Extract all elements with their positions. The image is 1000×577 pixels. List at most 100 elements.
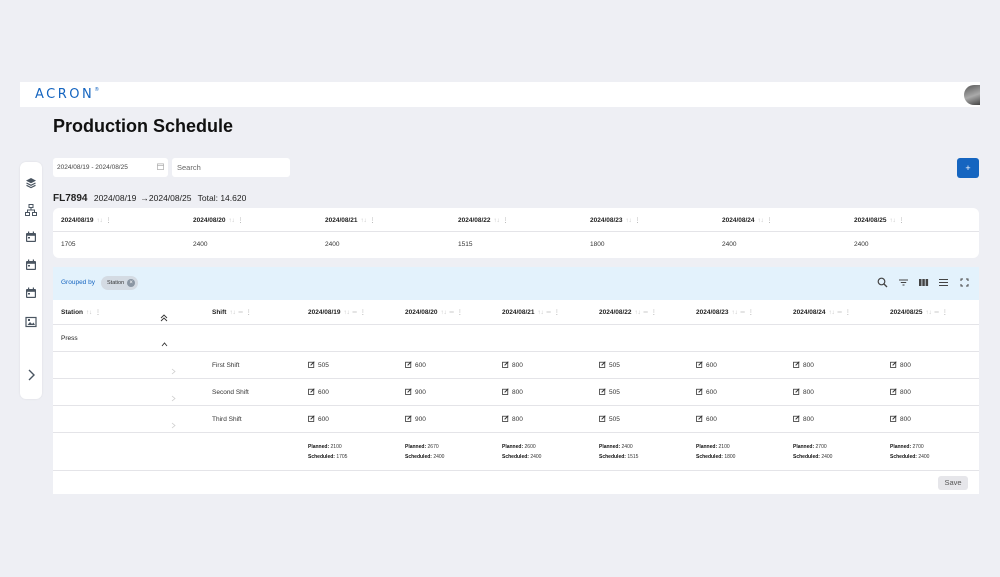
- schedule-cell[interactable]: 800: [890, 361, 911, 369]
- totals-column-header[interactable]: 2024/08/23 ↑↓ ⋮: [590, 217, 641, 224]
- column-menu-icon[interactable]: ⋮: [246, 310, 252, 316]
- edit-icon[interactable]: [599, 361, 609, 369]
- schedule-cell[interactable]: 505: [599, 388, 620, 396]
- column-menu-icon[interactable]: ⋮: [554, 310, 560, 316]
- totals-column-header[interactable]: 2024/08/22 ↑↓ ⋮: [458, 217, 509, 224]
- schedule-cell[interactable]: 800: [502, 415, 523, 423]
- schedule-cell[interactable]: 600: [405, 361, 426, 369]
- edit-icon[interactable]: [890, 361, 900, 369]
- column-menu-icon[interactable]: ⋮: [503, 218, 509, 224]
- column-menu-icon[interactable]: ⋮: [457, 310, 463, 316]
- edit-icon[interactable]: [405, 388, 415, 396]
- filter-icon[interactable]: [898, 277, 909, 288]
- date-range-picker[interactable]: 2024/08/19 - 2024/08/25: [53, 158, 168, 177]
- schedule-cell[interactable]: 900: [405, 388, 426, 396]
- edit-icon[interactable]: [405, 361, 415, 369]
- sort-icon[interactable]: ↑↓: [890, 218, 896, 224]
- calendar-icon[interactable]: [25, 231, 37, 243]
- edit-icon[interactable]: [890, 388, 900, 396]
- remove-group-icon[interactable]: ×: [127, 279, 136, 287]
- column-header-station[interactable]: Station ↑↓ ⋮: [61, 309, 101, 316]
- chevron-right-icon[interactable]: [171, 416, 176, 429]
- drag-handle-icon[interactable]: ═: [838, 310, 842, 316]
- layers-icon[interactable]: [25, 177, 37, 189]
- column-menu-icon[interactable]: ⋮: [899, 218, 905, 224]
- totals-column-header[interactable]: 2024/08/21 ↑↓ ⋮: [325, 217, 376, 224]
- edit-icon[interactable]: [308, 415, 318, 423]
- sort-icon[interactable]: ↑↓: [538, 310, 544, 316]
- drag-handle-icon[interactable]: ═: [450, 310, 454, 316]
- totals-column-header[interactable]: 2024/08/20 ↑↓ ⋮: [193, 217, 244, 224]
- edit-icon[interactable]: [793, 415, 803, 423]
- column-header-date[interactable]: 2024/08/23 ↑↓ ═ ⋮: [696, 309, 754, 316]
- totals-column-header[interactable]: 2024/08/19 ↑↓ ⋮: [61, 217, 112, 224]
- edit-icon[interactable]: [793, 361, 803, 369]
- edit-icon[interactable]: [696, 388, 706, 396]
- sort-icon[interactable]: ↑↓: [732, 310, 738, 316]
- chevron-right-icon[interactable]: [171, 389, 176, 402]
- edit-icon[interactable]: [890, 415, 900, 423]
- sort-icon[interactable]: ↑↓: [361, 218, 367, 224]
- drag-handle-icon[interactable]: ═: [238, 310, 242, 316]
- drag-handle-icon[interactable]: ═: [644, 310, 648, 316]
- schedule-cell[interactable]: 600: [696, 361, 717, 369]
- edit-icon[interactable]: [502, 361, 512, 369]
- schedule-cell[interactable]: 800: [890, 415, 911, 423]
- edit-icon[interactable]: [793, 388, 803, 396]
- density-icon[interactable]: [938, 277, 949, 288]
- collapse-all-icon[interactable]: [160, 309, 168, 322]
- column-menu-icon[interactable]: ⋮: [748, 310, 754, 316]
- save-button[interactable]: Save: [938, 476, 968, 490]
- totals-column-header[interactable]: 2024/08/24 ↑↓ ⋮: [722, 217, 773, 224]
- edit-icon[interactable]: [405, 415, 415, 423]
- schedule-cell[interactable]: 600: [308, 388, 329, 396]
- chevron-up-icon[interactable]: [161, 335, 168, 347]
- schedule-cell[interactable]: 800: [793, 415, 814, 423]
- schedule-cell[interactable]: 600: [696, 415, 717, 423]
- sort-icon[interactable]: ↑↓: [829, 310, 835, 316]
- sort-icon[interactable]: ↑↓: [97, 218, 103, 224]
- edit-icon[interactable]: [599, 388, 609, 396]
- column-menu-icon[interactable]: ⋮: [106, 218, 112, 224]
- schedule-cell[interactable]: 505: [599, 361, 620, 369]
- group-row-press[interactable]: Press: [53, 325, 979, 352]
- column-header-date[interactable]: 2024/08/21 ↑↓ ═ ⋮: [502, 309, 560, 316]
- column-menu-icon[interactable]: ⋮: [370, 218, 376, 224]
- sort-icon[interactable]: ↑↓: [229, 218, 235, 224]
- column-header-shift[interactable]: Shift ↑↓ ═ ⋮: [212, 309, 252, 316]
- column-menu-icon[interactable]: ⋮: [845, 310, 851, 316]
- column-menu-icon[interactable]: ⋮: [651, 310, 657, 316]
- column-menu-icon[interactable]: ⋮: [95, 310, 101, 316]
- gallery-icon[interactable]: [25, 316, 37, 328]
- schedule-cell[interactable]: 800: [502, 361, 523, 369]
- schedule-cell[interactable]: 900: [405, 415, 426, 423]
- column-header-date[interactable]: 2024/08/24 ↑↓ ═ ⋮: [793, 309, 851, 316]
- column-header-date[interactable]: 2024/08/20 ↑↓ ═ ⋮: [405, 309, 463, 316]
- schedule-cell[interactable]: 505: [308, 361, 329, 369]
- edit-icon[interactable]: [696, 361, 706, 369]
- schedule-cell[interactable]: 800: [793, 361, 814, 369]
- edit-icon[interactable]: [599, 415, 609, 423]
- calendar-icon[interactable]: [25, 259, 37, 271]
- group-chip-station[interactable]: Station ×: [101, 276, 139, 290]
- edit-icon[interactable]: [696, 415, 706, 423]
- schedule-cell[interactable]: 800: [793, 388, 814, 396]
- calendar-icon[interactable]: [25, 287, 37, 299]
- search-icon[interactable]: [877, 277, 888, 288]
- search-input[interactable]: [172, 158, 290, 177]
- schedule-cell[interactable]: 800: [890, 388, 911, 396]
- column-menu-icon[interactable]: ⋮: [767, 218, 773, 224]
- drag-handle-icon[interactable]: ═: [741, 310, 745, 316]
- column-menu-icon[interactable]: ⋮: [360, 310, 366, 316]
- schedule-cell[interactable]: 600: [696, 388, 717, 396]
- drag-handle-icon[interactable]: ═: [547, 310, 551, 316]
- sort-icon[interactable]: ↑↓: [926, 310, 932, 316]
- chevron-right-icon[interactable]: [171, 362, 176, 375]
- sort-icon[interactable]: ↑↓: [86, 310, 92, 316]
- add-button[interactable]: +: [957, 158, 979, 178]
- fullscreen-icon[interactable]: [959, 277, 970, 288]
- avatar[interactable]: [964, 85, 980, 105]
- drag-handle-icon[interactable]: ═: [353, 310, 357, 316]
- column-header-date[interactable]: 2024/08/19 ↑↓ ═ ⋮: [308, 309, 366, 316]
- column-menu-icon[interactable]: ⋮: [238, 218, 244, 224]
